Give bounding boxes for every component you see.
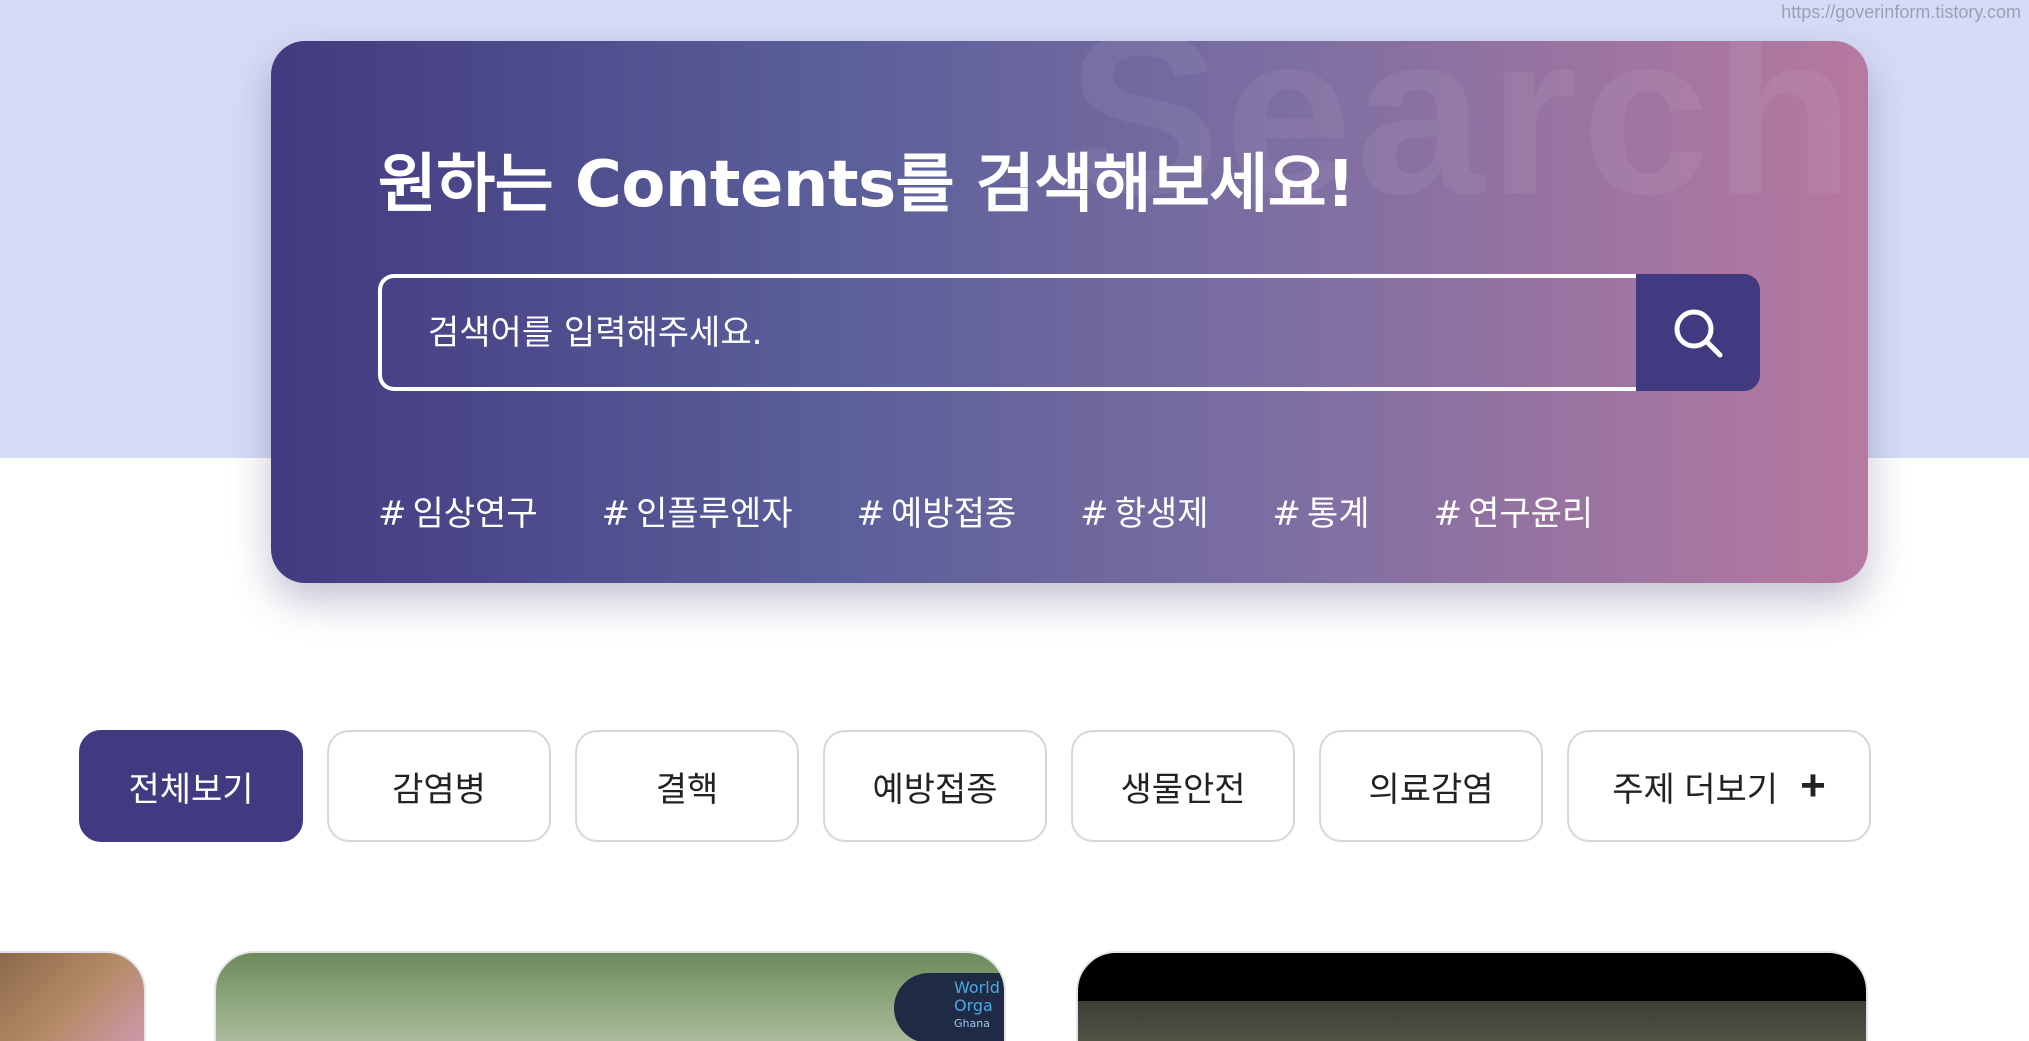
watermark-url: https://goverinform.tistory.com — [1781, 2, 2021, 22]
video-thumbnail — [1078, 1001, 1866, 1041]
badge-line: Orga — [954, 996, 993, 1015]
category-biosafety-button[interactable]: 생물안전 — [1071, 730, 1295, 842]
category-all-button[interactable]: 전체보기 — [79, 730, 303, 842]
category-infectious-disease-button[interactable]: 감염병 — [327, 730, 551, 842]
search-input[interactable] — [378, 274, 1640, 391]
tag-link[interactable]: # 예방접종 — [857, 486, 1017, 535]
tag-hash: # — [1080, 494, 1109, 534]
more-topics-button[interactable]: 주제 더보기 + — [1567, 730, 1871, 842]
search-button[interactable] — [1636, 274, 1760, 391]
tag-label: 임상연구 — [412, 494, 538, 534]
tag-link[interactable]: # 통계 — [1273, 486, 1370, 535]
tag-hash: # — [1433, 494, 1463, 534]
search-hero-panel: Search 원하는 Contents를 검색해보세요! #임상연구 #인플루엔… — [271, 41, 1868, 583]
hero-title: 원하는 Contents를 검색해보세요! — [378, 148, 1355, 222]
category-healthcare-infection-button[interactable]: 의료감염 — [1319, 730, 1543, 842]
more-topics-label: 주제 더보기 — [1612, 770, 1779, 809]
content-card[interactable] — [0, 951, 146, 1041]
category-tuberculosis-button[interactable]: 결핵 — [575, 730, 799, 842]
badge-line: World — [954, 978, 1000, 997]
badge-line: Ghana — [954, 1017, 990, 1030]
tag-label: 연구윤리 — [1468, 494, 1594, 534]
tag-label: 인플루엔자 — [636, 494, 793, 534]
category-vaccination-button[interactable]: 예방접종 — [823, 730, 1047, 842]
tag-hash: # — [1272, 494, 1302, 534]
content-card[interactable]: World Orga Ghana — [214, 951, 1006, 1041]
tag-link[interactable]: # 임상연구 — [378, 486, 538, 535]
tag-hash: # — [601, 494, 631, 534]
content-card[interactable] — [1076, 951, 1868, 1041]
search-icon — [1674, 309, 1723, 357]
tag-label: 예방접종 — [891, 494, 1017, 534]
tag-label: 통계 — [1307, 494, 1370, 534]
search-box — [378, 274, 1760, 391]
tag-label: 항생제 — [1114, 494, 1209, 534]
tag-hash: # — [378, 494, 407, 534]
video-logo-badge: World Orga Ghana — [894, 973, 1004, 1041]
popular-tags: # 임상연구 # 인플루엔자 # 예방접종 # 항생제 # 통계 # 연구윤리 — [378, 486, 1657, 535]
tag-link[interactable]: # 연구윤리 — [1434, 486, 1594, 535]
tag-hash: # — [856, 494, 886, 534]
tag-link[interactable]: # 항생제 — [1080, 486, 1208, 535]
plus-icon: + — [1800, 761, 1826, 810]
category-filter-bar: 전체보기 감염병 결핵 예방접종 생물안전 의료감염 주제 더보기 + — [79, 730, 1871, 842]
tag-link[interactable]: # 인플루엔자 — [602, 486, 793, 535]
